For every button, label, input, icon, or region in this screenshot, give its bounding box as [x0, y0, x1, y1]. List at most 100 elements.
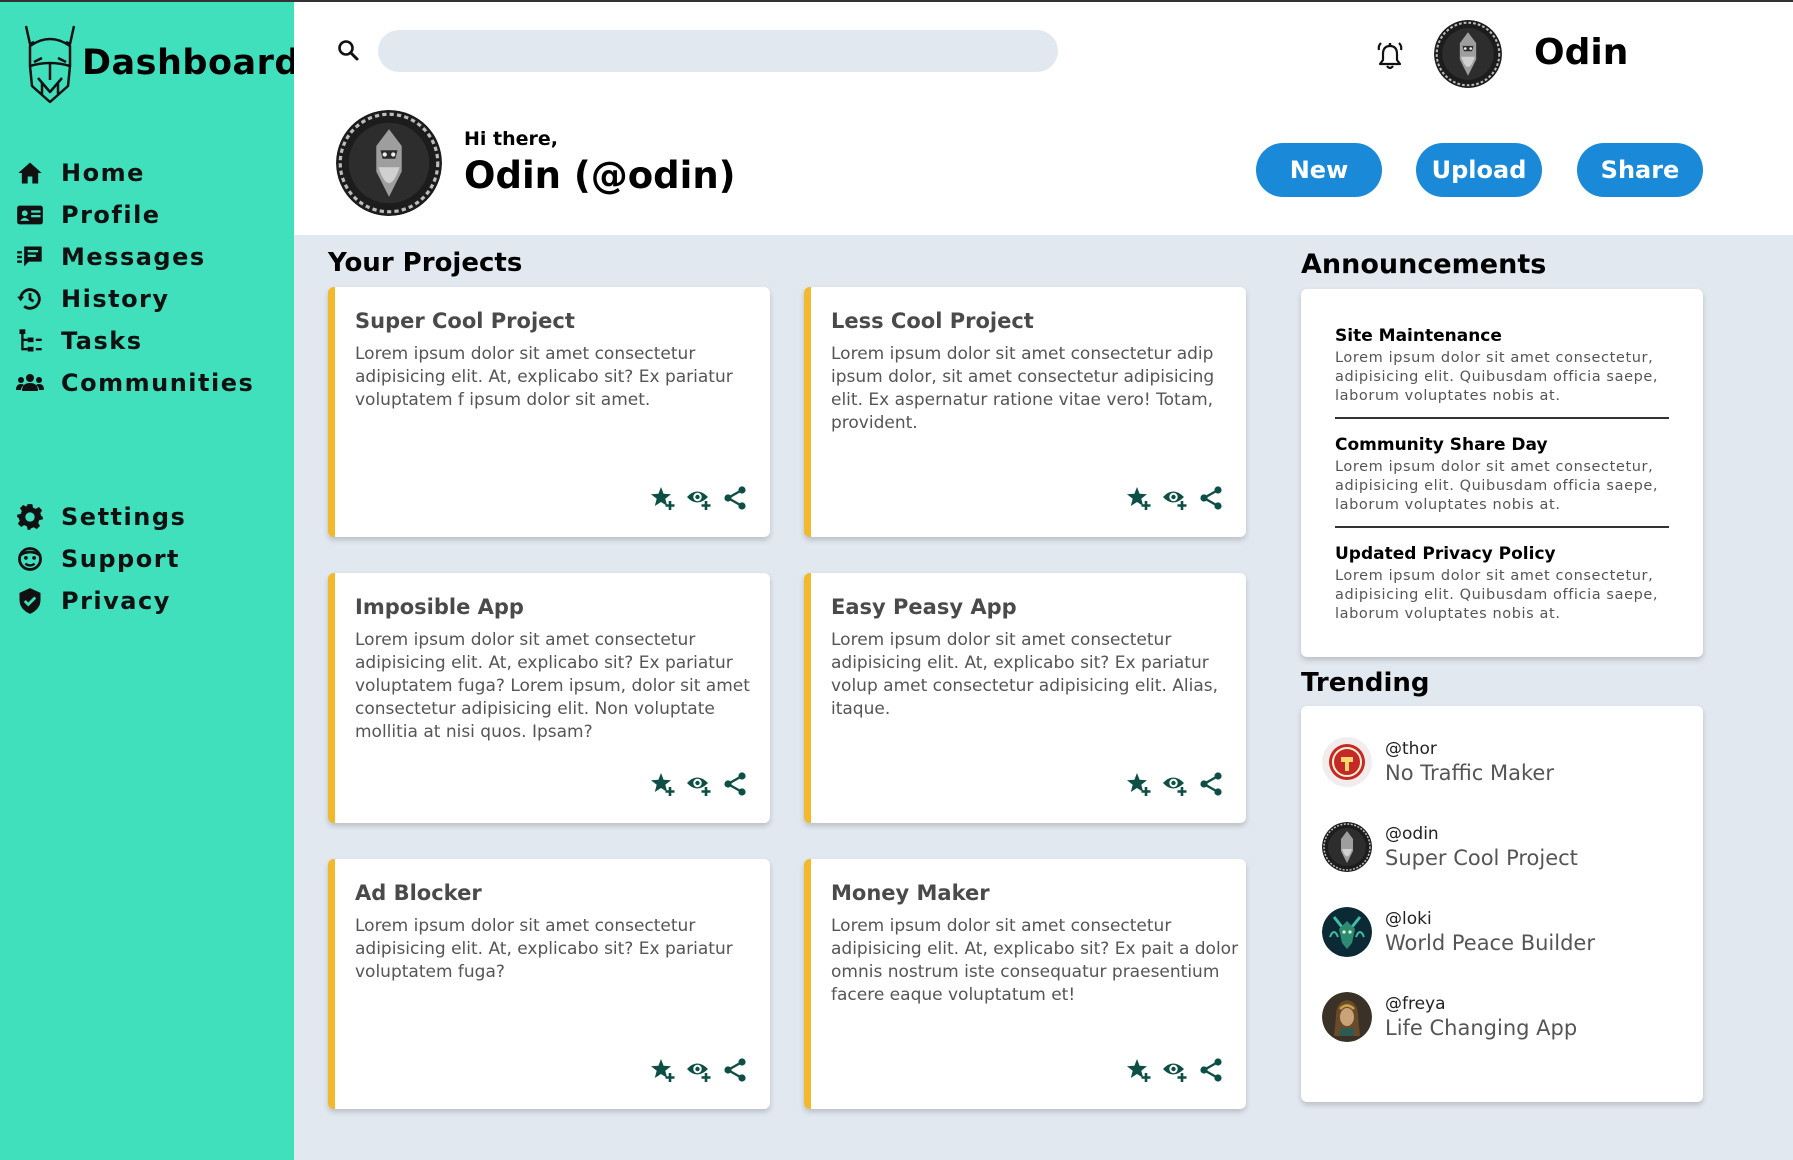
trending-item[interactable]: @loki World Peace Builder: [1322, 906, 1595, 958]
star-plus-icon[interactable]: [1126, 1057, 1152, 1083]
nav-item-communities[interactable]: Communities: [14, 362, 254, 404]
project-title: Imposible App: [355, 595, 524, 619]
viking-helmet-icon: [24, 25, 76, 104]
announcements-panel: Site Maintenance Lorem ipsum dolor sit a…: [1301, 289, 1703, 657]
trending-handle: @freya: [1385, 994, 1446, 1014]
nav-label: Communities: [61, 369, 255, 397]
nav-label: Settings: [61, 503, 187, 531]
announcement-item[interactable]: Community Share Day Lorem ipsum dolor si…: [1335, 435, 1669, 515]
project-card[interactable]: Imposible App Lorem ipsum dolor sit amet…: [328, 573, 770, 823]
nav-label: History: [61, 285, 170, 313]
shield-icon: [14, 586, 46, 616]
announcement-title: Site Maintenance: [1335, 326, 1502, 346]
user-avatar[interactable]: [1434, 20, 1502, 88]
search-input[interactable]: [378, 30, 1058, 72]
card-actions: [1126, 485, 1224, 511]
share-icon[interactable]: [1198, 771, 1224, 797]
star-plus-icon[interactable]: [650, 485, 676, 511]
project-description: Lorem ipsum dolor sit amet consectetur a…: [355, 630, 750, 742]
header-username[interactable]: Odin: [1534, 32, 1628, 73]
project-card[interactable]: Money Maker Lorem ipsum dolor sit amet c…: [804, 859, 1246, 1109]
star-plus-icon[interactable]: [1126, 771, 1152, 797]
watch-plus-icon[interactable]: [686, 485, 712, 511]
odin-avatar: [1322, 822, 1372, 872]
project-description: Lorem ipsum dolor sit amet consectetur a…: [831, 916, 1239, 1005]
share-icon[interactable]: [1198, 485, 1224, 511]
gear-icon: [14, 502, 46, 532]
share-icon[interactable]: [722, 771, 748, 797]
trending-panel: @thor No Traffic Maker @odin Super Cool …: [1301, 706, 1703, 1102]
nav-label: Privacy: [61, 587, 171, 615]
nav-label: Profile: [61, 201, 161, 229]
announcement-item[interactable]: Site Maintenance Lorem ipsum dolor sit a…: [1335, 326, 1669, 406]
watch-plus-icon[interactable]: [1162, 485, 1188, 511]
search-icon[interactable]: [336, 38, 360, 62]
freya-avatar: [1322, 992, 1372, 1042]
trending-item[interactable]: @thor No Traffic Maker: [1322, 736, 1554, 788]
share-icon[interactable]: [722, 1057, 748, 1083]
nav-item-support[interactable]: Support: [14, 538, 186, 580]
watch-plus-icon[interactable]: [686, 771, 712, 797]
share-icon[interactable]: [722, 485, 748, 511]
star-plus-icon[interactable]: [1126, 485, 1152, 511]
primary-nav: Home Profile Messages History Tasks Comm…: [14, 152, 254, 404]
nav-item-messages[interactable]: Messages: [14, 236, 254, 278]
header: Odin Hi there, Odin (@odin) New Upload S…: [294, 2, 1793, 235]
project-title: Ad Blocker: [355, 881, 482, 905]
nav-item-settings[interactable]: Settings: [14, 496, 186, 538]
project-title: Money Maker: [831, 881, 990, 905]
nav-item-privacy[interactable]: Privacy: [14, 580, 186, 622]
card-actions: [650, 771, 748, 797]
star-plus-icon[interactable]: [650, 771, 676, 797]
project-card[interactable]: Easy Peasy App Lorem ipsum dolor sit ame…: [804, 573, 1246, 823]
nav-item-home[interactable]: Home: [14, 152, 254, 194]
nav-item-tasks[interactable]: Tasks: [14, 320, 254, 362]
support-icon: [14, 544, 46, 574]
watch-plus-icon[interactable]: [686, 1057, 712, 1083]
history-icon: [14, 284, 46, 314]
trending-item[interactable]: @freya Life Changing App: [1322, 991, 1577, 1043]
project-title: Less Cool Project: [831, 309, 1034, 333]
trending-handle: @thor: [1385, 739, 1437, 759]
card-actions: [1126, 1057, 1224, 1083]
nav-label: Support: [61, 545, 181, 573]
nav-item-history[interactable]: History: [14, 278, 254, 320]
odin-avatar-image: [336, 110, 442, 216]
id-card-icon: [14, 200, 46, 230]
star-plus-icon[interactable]: [650, 1057, 676, 1083]
nav-item-profile[interactable]: Profile: [14, 194, 254, 236]
bell-alert-icon[interactable]: [1374, 40, 1406, 72]
project-description: Lorem ipsum dolor sit amet consectetur a…: [355, 344, 733, 410]
brand[interactable]: Dashboard: [20, 22, 300, 104]
trending-handle: @loki: [1385, 909, 1432, 929]
project-description: Lorem ipsum dolor sit amet consectetur a…: [355, 916, 733, 982]
nav-label: Messages: [61, 243, 206, 271]
new-button[interactable]: New: [1256, 143, 1382, 197]
trending-project: Life Changing App: [1385, 1016, 1578, 1040]
trending-project: World Peace Builder: [1385, 931, 1595, 955]
announcement-text: Lorem ipsum dolor sit amet consectetur, …: [1335, 568, 1659, 622]
trending-item[interactable]: @odin Super Cool Project: [1322, 821, 1578, 873]
project-card[interactable]: Super Cool Project Lorem ipsum dolor sit…: [328, 287, 770, 537]
card-actions: [1126, 771, 1224, 797]
odin-avatar-image: [1434, 20, 1502, 88]
upload-button[interactable]: Upload: [1416, 143, 1542, 197]
thor-avatar: [1322, 737, 1372, 787]
announcement-item[interactable]: Updated Privacy Policy Lorem ipsum dolor…: [1335, 544, 1669, 624]
project-card[interactable]: Ad Blocker Lorem ipsum dolor sit amet co…: [328, 859, 770, 1109]
projects-title: Your Projects: [328, 248, 523, 278]
nav-label: Tasks: [61, 327, 143, 355]
profile-name: Odin (@odin): [464, 154, 736, 197]
watch-plus-icon[interactable]: [1162, 771, 1188, 797]
watch-plus-icon[interactable]: [1162, 1057, 1188, 1083]
share-button[interactable]: Share: [1577, 143, 1703, 197]
tasks-icon: [14, 326, 46, 356]
project-card[interactable]: Less Cool Project Lorem ipsum dolor sit …: [804, 287, 1246, 537]
share-icon[interactable]: [1198, 1057, 1224, 1083]
trending-project: Super Cool Project: [1385, 846, 1578, 870]
nav-label: Home: [61, 159, 145, 187]
communities-icon: [14, 368, 46, 398]
announcements-title: Announcements: [1301, 249, 1547, 280]
trending-handle: @odin: [1385, 824, 1439, 844]
project-description: Lorem ipsum dolor sit amet consectetur a…: [831, 344, 1215, 433]
